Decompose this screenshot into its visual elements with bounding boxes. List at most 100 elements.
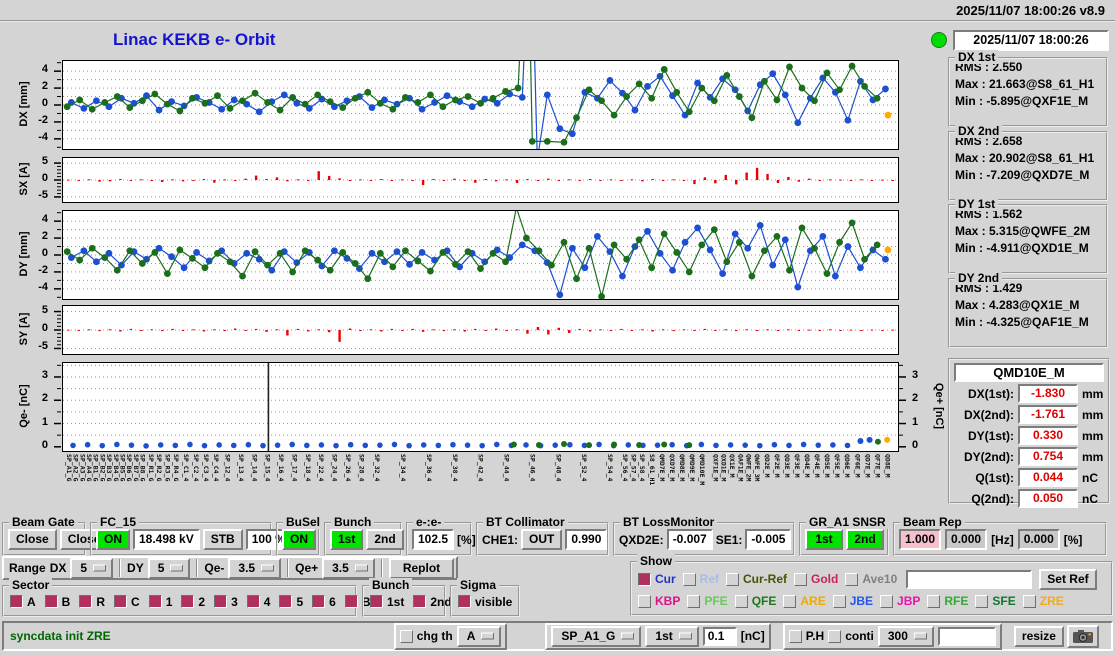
qmd-value: 0.050	[1018, 489, 1078, 508]
show-checkbox-ave10[interactable]: Ave10	[845, 572, 897, 586]
interval-dropdown[interactable]: 300	[877, 625, 934, 647]
bunch-checkbox-2nd[interactable]: 2nd	[413, 594, 452, 609]
show-checkbox-sfe[interactable]: SFE	[975, 594, 1016, 608]
sector-checkbox-r[interactable]: R	[79, 595, 105, 609]
topbar-datetime-version: 2025/11/07 18:00:26 v8.9	[956, 3, 1105, 18]
set-ref-button[interactable]: Set Ref	[1039, 568, 1097, 590]
group-label: Bunch	[369, 578, 413, 592]
group-label: BT Collimator	[483, 515, 568, 529]
svg-text:SP_16_4: SP_16_4	[277, 454, 285, 481]
range-dx-dropdown[interactable]: 5	[70, 557, 114, 579]
show-checkbox-ref[interactable]: Ref	[682, 572, 719, 586]
bt-lossmonitor-group: BT LossMonitor QXD2E: -0.007 SE1: -0.005	[613, 515, 795, 556]
show-checkbox-cur[interactable]: Cur	[638, 572, 676, 586]
svg-text:SP_18_4: SP_18_4	[304, 454, 312, 481]
range-qem-dropdown[interactable]: 3.5	[228, 557, 282, 579]
svg-text:SP_34_4: SP_34_4	[399, 454, 407, 481]
che1-state-button[interactable]: OUT	[521, 529, 563, 550]
svg-text:S8_61_H1: S8_61_H1	[648, 454, 656, 485]
screenshot-button[interactable]	[1066, 624, 1099, 648]
sx-chart	[62, 157, 899, 203]
checkbox-indicator	[845, 572, 859, 586]
fc15-stb-button[interactable]: STB	[202, 529, 243, 550]
conti-checkbox[interactable]	[828, 629, 842, 643]
qe-right-tick-label: 0	[912, 438, 919, 451]
checkbox-indicator	[214, 595, 228, 608]
status-message: syncdata init ZRE	[10, 629, 111, 643]
sector-checkbox-6[interactable]: 6	[312, 595, 336, 609]
qmd-unit: mm	[1082, 386, 1104, 401]
qmd-value: 0.330	[1018, 426, 1078, 445]
qe-tick-label: 3	[41, 368, 48, 381]
se1-label: SE1:	[715, 532, 743, 547]
sigma-checkbox-visible[interactable]: visible	[458, 595, 512, 609]
beam-gate-close1-button[interactable]: Close	[8, 529, 57, 550]
sx-left-ticks	[54, 162, 61, 198]
checkbox-label: 5	[296, 594, 304, 609]
show-checkbox-cur-ref[interactable]: Cur-Ref	[726, 572, 787, 586]
range-label: Range	[9, 561, 46, 575]
busel-on-button[interactable]: ON	[282, 529, 316, 550]
show-checkbox-jbp[interactable]: JBP	[880, 594, 920, 608]
dy-axis-label: DY [mm]	[18, 231, 30, 277]
svg-text:QF7E_M: QF7E_M	[873, 454, 881, 478]
svg-text:QMD9E_M: QMD9E_M	[688, 454, 696, 481]
stat-max: Max : 20.902@S8_61_H1	[955, 151, 1095, 165]
ee-ratio-value: 102.5	[412, 529, 455, 550]
sector-checkbox-b[interactable]: B	[44, 595, 70, 609]
gr-snsr-2nd-button[interactable]: 2nd	[846, 529, 884, 550]
show-checkbox-gold[interactable]: Gold	[794, 572, 838, 586]
fc15-on-button[interactable]: ON	[96, 529, 130, 550]
beam-rep-value-3: 0.000	[1017, 529, 1060, 550]
qmd-title: QMD10E_M	[954, 363, 1104, 382]
sp-monitor-dropdown[interactable]: SP_A1_G	[551, 625, 642, 647]
show-checkbox-zre[interactable]: ZRE	[1022, 594, 1064, 608]
svg-text:QF4E_M: QF4E_M	[813, 454, 821, 478]
dx-chart	[62, 60, 899, 150]
sector-checkbox-3[interactable]: 3	[214, 595, 238, 609]
gr-snsr-1st-button[interactable]: 1st	[805, 529, 843, 550]
show-checkbox-qfe[interactable]: QFE	[734, 594, 776, 608]
show-checkbox-kbp[interactable]: KBP	[638, 594, 680, 608]
bunch-checkbox-1st[interactable]: 1st	[370, 595, 404, 609]
show-checkbox-pfe[interactable]: PFE	[687, 594, 728, 608]
sector-checkbox-4[interactable]: 4	[246, 595, 270, 609]
replot-button[interactable]: Replot	[388, 557, 455, 579]
checkbox-label: 2nd	[430, 594, 452, 609]
show-checkbox-are[interactable]: ARE	[783, 594, 826, 608]
range-dy-dropdown[interactable]: 5	[147, 557, 191, 579]
sector-checkbox-c[interactable]: C	[114, 595, 140, 609]
qmd-unit: mm	[1082, 428, 1104, 443]
bunch-select-group: Bunch 1st 2nd	[362, 578, 452, 617]
checkbox-label: Ave10	[862, 572, 898, 586]
show-checkbox-rfe[interactable]: RFE	[927, 594, 968, 608]
stat-box-title: DX 2nd	[955, 124, 1003, 138]
sector-checkbox-5[interactable]: 5	[279, 595, 303, 609]
sector-checkbox-a[interactable]: A	[10, 595, 36, 609]
bunch-1st-button[interactable]: 1st	[330, 529, 364, 550]
chg-th-checkbox[interactable]	[399, 629, 413, 643]
bunch-2nd-button[interactable]: 2nd	[366, 529, 404, 550]
threshold-unit: [nC]	[740, 629, 765, 643]
svg-text:SP_24_4: SP_24_4	[331, 454, 339, 481]
ph-checkbox[interactable]	[788, 629, 802, 643]
resize-button[interactable]: resize	[1013, 625, 1064, 647]
ref-name-input[interactable]	[906, 569, 1033, 589]
svg-text:SP_54_4: SP_54_4	[606, 454, 614, 481]
sector-checkbox-1[interactable]: 1	[148, 595, 172, 609]
range-qep-dropdown[interactable]: 3.5	[322, 557, 375, 579]
ph-label: P.H	[805, 629, 825, 643]
extra-input[interactable]	[937, 626, 996, 646]
svg-text:QF2E_M: QF2E_M	[773, 454, 781, 478]
qmd-label: Q(2nd):	[971, 491, 1014, 506]
sp-bunch-dropdown[interactable]: 1st	[645, 625, 699, 647]
stat-box-dy-2nd: DY 2nd RMS : 1.429 Max : 4.283@QX1E_M Mi…	[948, 271, 1108, 348]
thresh-sector-dropdown[interactable]: A	[456, 625, 502, 647]
show-checkbox-jbe[interactable]: JBE	[832, 594, 873, 608]
stat-min: Min : -5.895@QXF1E_M	[955, 94, 1089, 108]
threshold-input[interactable]: 0.1	[702, 626, 737, 646]
qmd-row: DY(2nd): 0.754 mm	[954, 447, 1104, 466]
sector-checkbox-2[interactable]: 2	[181, 595, 205, 609]
stat-box-dy-1st: DY 1st RMS : 1.562 Max : 5.315@QWFE_2M M…	[948, 197, 1108, 274]
qmd-unit: mm	[1082, 407, 1104, 422]
